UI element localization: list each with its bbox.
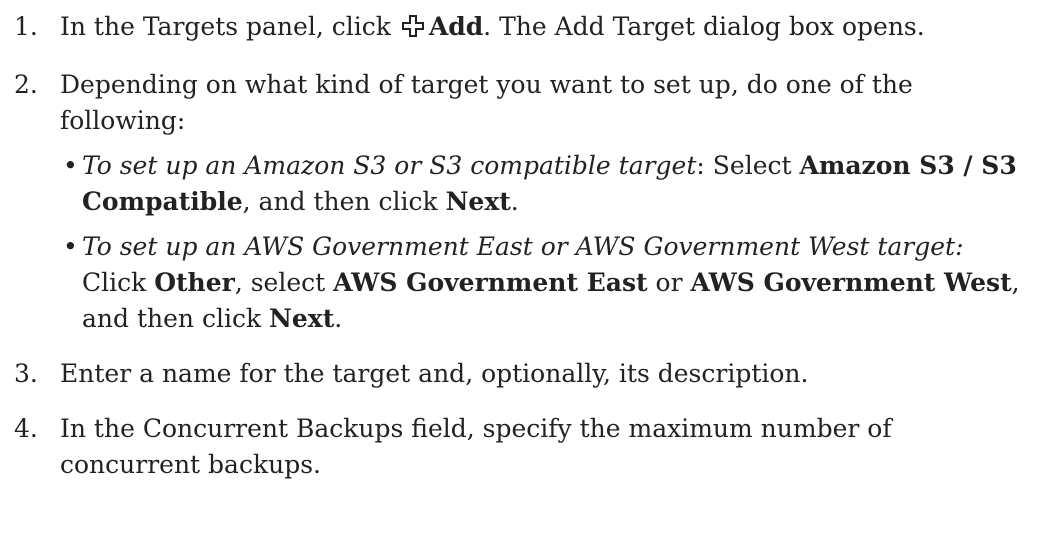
procedure-document: 1. In the Targets panel, click Add. The …: [0, 0, 1040, 483]
list-item: • To set up an AWS Government East or AW…: [60, 229, 1020, 337]
step-number: 2.: [14, 70, 38, 99]
step-number: 4.: [14, 414, 38, 443]
ui-label: Other: [154, 268, 235, 297]
option-text: or: [647, 268, 691, 297]
option-text: Click: [82, 268, 155, 297]
ui-label: AWS Government East: [333, 268, 648, 297]
option-text: , select: [234, 268, 334, 297]
add-label: Add: [428, 12, 484, 41]
bullet-marker: •: [63, 232, 78, 261]
option-text: .: [510, 187, 519, 216]
step-2: 2. Depending on what kind of target you …: [14, 67, 1020, 337]
step-text: Enter a name for the target and, optiona…: [60, 359, 809, 388]
step-number: 1.: [14, 12, 38, 41]
ui-label: Next: [445, 187, 511, 216]
step-text: Depending on what kind of target you wan…: [60, 70, 913, 135]
bullet-marker: •: [63, 151, 78, 180]
list-item: • To set up an Amazon S3 or S3 compatibl…: [60, 148, 1020, 220]
option-text: : Select: [696, 151, 800, 180]
step-1: 1. In the Targets panel, click Add. The …: [14, 9, 1020, 48]
option-condition: To set up an Amazon S3 or S3 compatible …: [82, 151, 697, 180]
step-3: 3. Enter a name for the target and, opti…: [14, 356, 1020, 392]
option-text: , and then click: [242, 187, 446, 216]
ui-label: Next: [269, 304, 335, 333]
step-4: 4. In the Concurrent Backups field, spec…: [14, 411, 1020, 483]
ui-label: AWS Government West: [690, 268, 1012, 297]
step-number: 3.: [14, 359, 38, 388]
step-text: . The Add Target dialog box opens.: [483, 12, 925, 41]
option-condition: To set up an AWS Government East or AWS …: [82, 232, 964, 261]
plus-icon: [401, 12, 425, 48]
step-text: In the Concurrent Backups field, specify…: [60, 414, 892, 479]
option-text: .: [334, 304, 343, 333]
step-text: In the Targets panel, click: [60, 12, 391, 41]
option-list: • To set up an Amazon S3 or S3 compatibl…: [60, 148, 1020, 337]
